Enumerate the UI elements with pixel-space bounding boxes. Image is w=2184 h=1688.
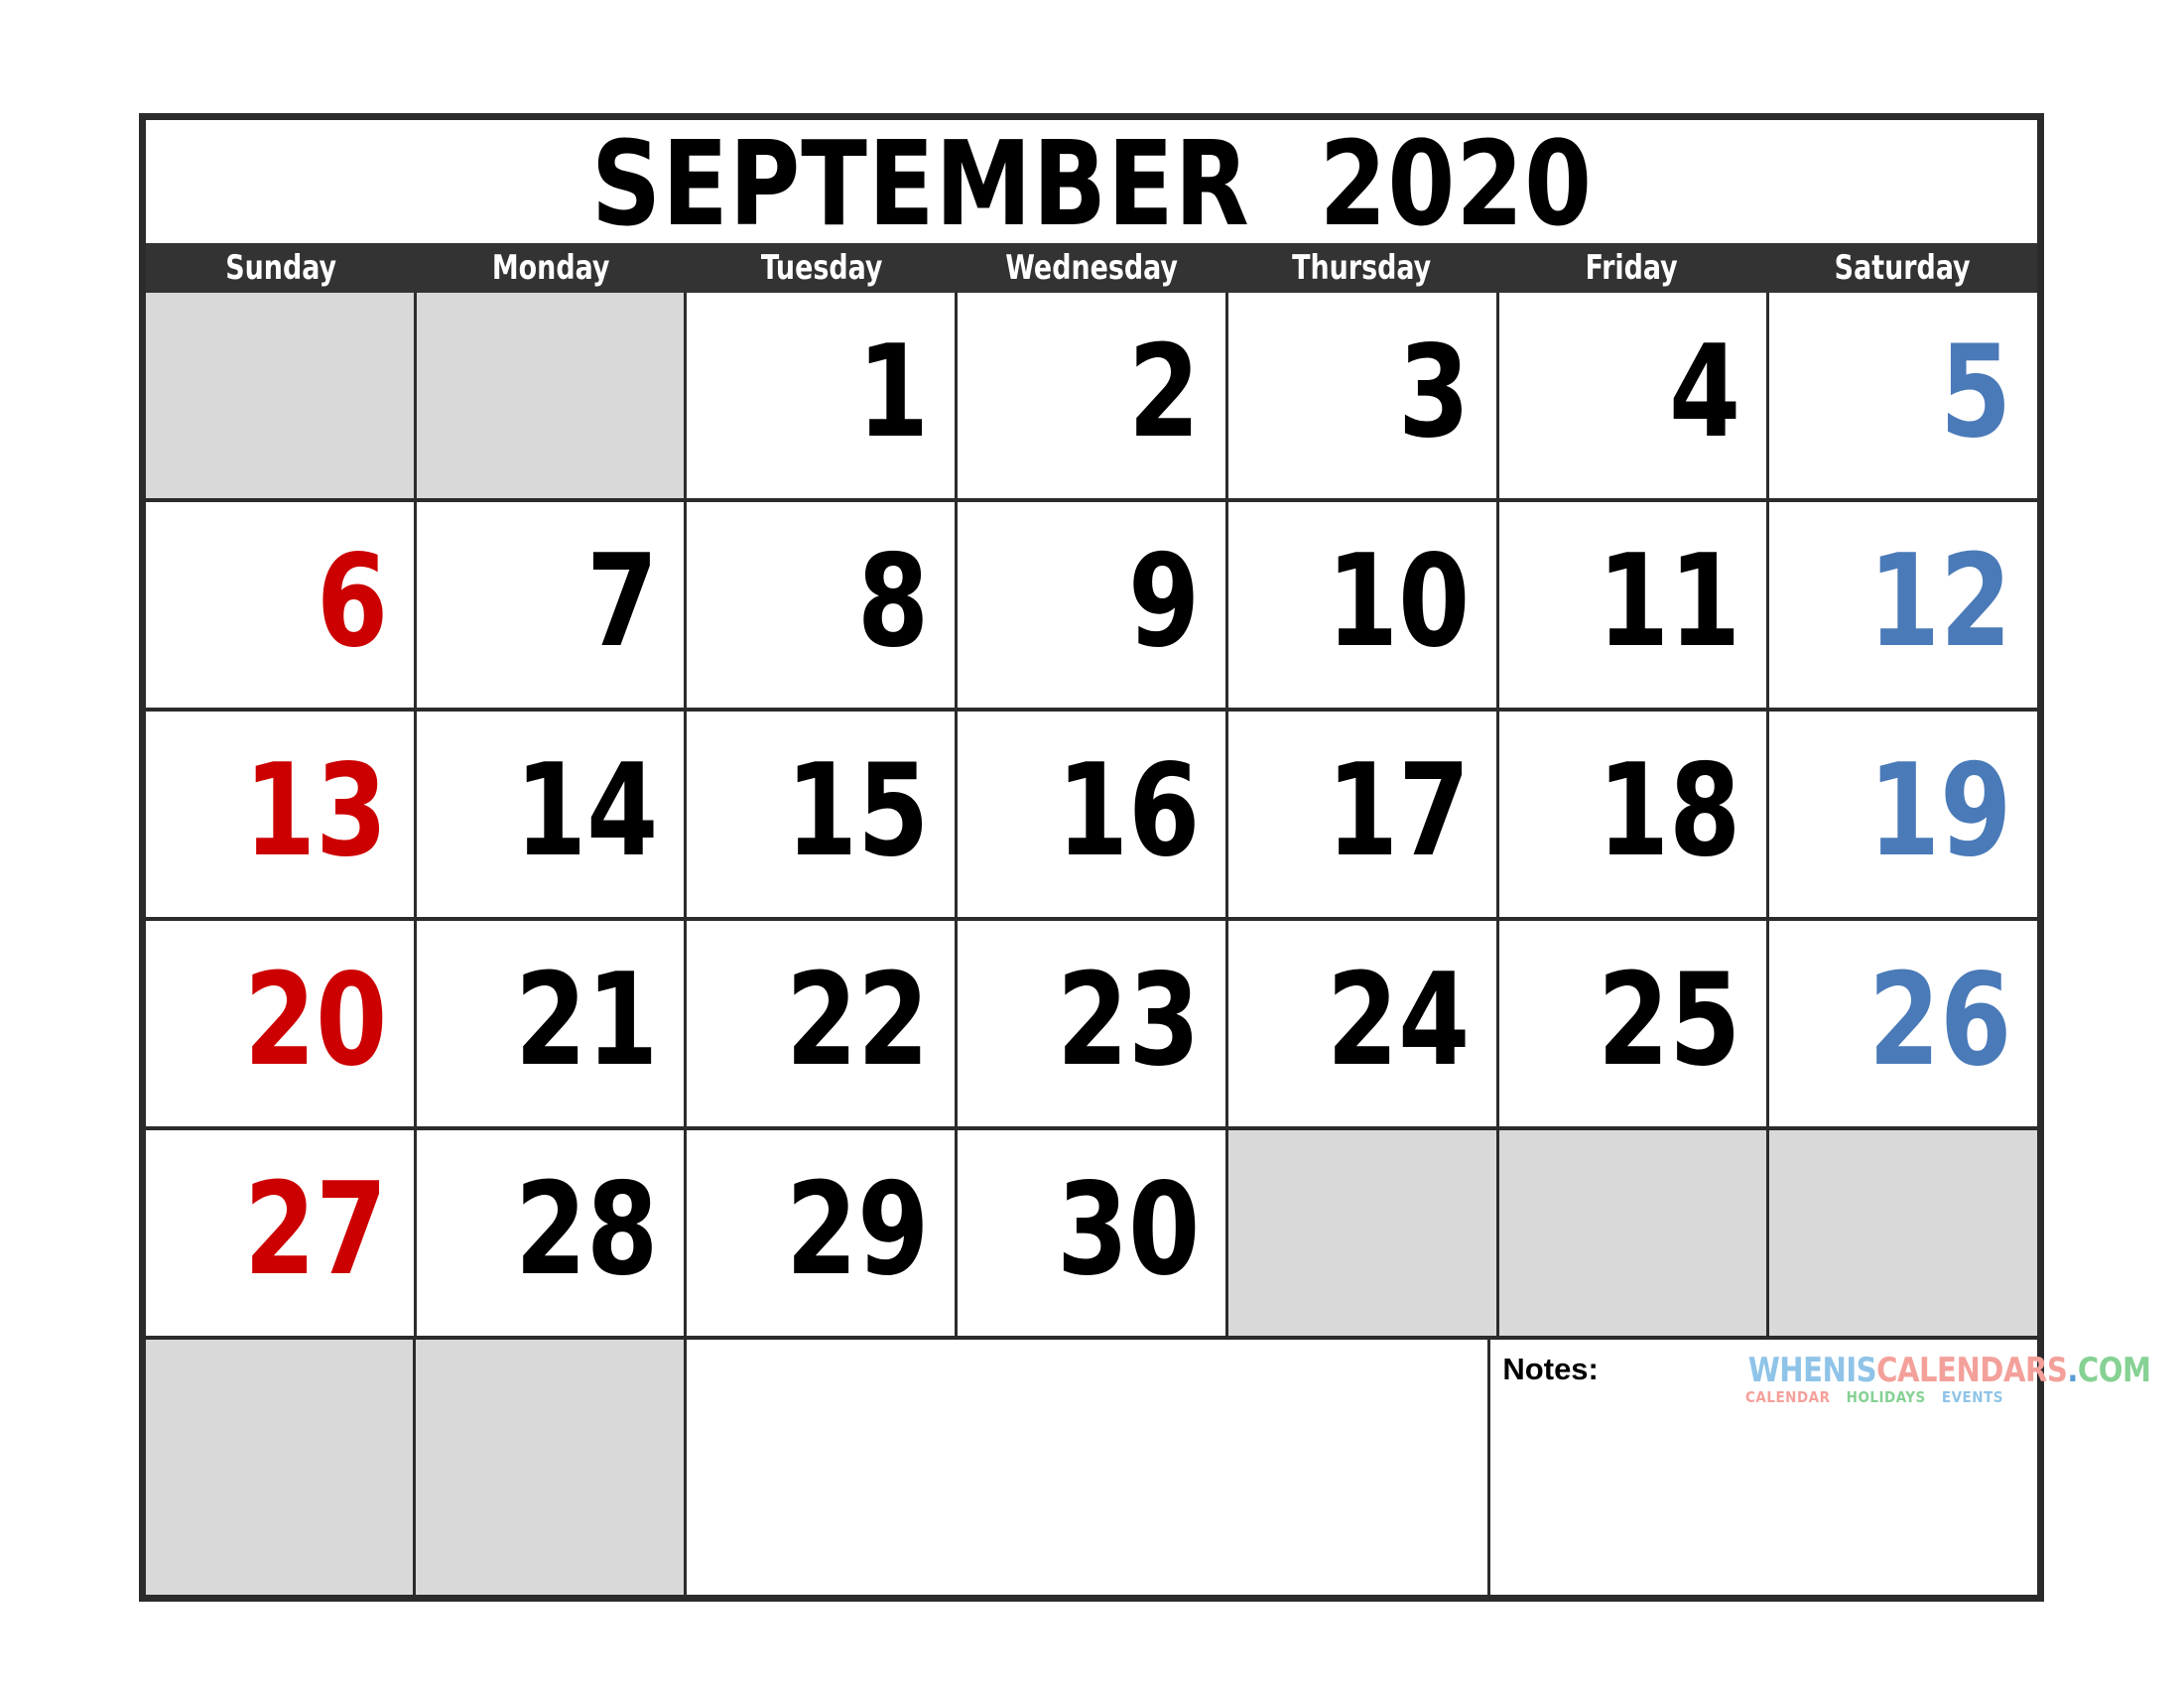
day-number: 24 [1327, 946, 1471, 1095]
notes-panel[interactable]: Notes: WHENISCALENDARS.COM CALENDAR HOLI… [1490, 1340, 2151, 1595]
day-cell[interactable]: 16 [958, 712, 1228, 917]
day-number: 2 [1127, 318, 1200, 466]
day-number: 19 [1867, 736, 2012, 885]
day-number: 7 [586, 527, 659, 676]
week-row: 1 2 3 4 5 [146, 293, 2038, 502]
calendar-title-band: SEPTEMBER 2020 [146, 120, 2037, 243]
day-cell[interactable]: 20 [146, 921, 417, 1126]
day-cell[interactable]: 26 [1769, 921, 2038, 1126]
day-cell-empty [1498, 1130, 1770, 1336]
day-cell[interactable]: 7 [416, 502, 688, 708]
day-cell[interactable]: 11 [1498, 502, 1770, 708]
brand-part-whenis: WHENIS [1747, 1351, 1877, 1390]
day-number: 14 [515, 736, 659, 885]
day-cell[interactable]: 29 [687, 1130, 959, 1336]
day-number: 10 [1327, 527, 1471, 676]
day-cell-empty [1769, 1130, 2038, 1336]
day-number: 15 [785, 736, 930, 885]
day-cell[interactable]: 21 [416, 921, 688, 1126]
notes-blank-cell-sunday [146, 1340, 417, 1595]
calendar-grid: 1 2 3 4 5 6 7 8 9 10 11 12 13 14 15 16 17 18 19 20 21 22 23 24 2… [146, 293, 2151, 1595]
day-cell[interactable]: 14 [416, 712, 688, 917]
weekday-header-friday: Friday [1586, 248, 1679, 288]
day-number: 30 [1056, 1155, 1200, 1304]
day-cell[interactable]: 6 [146, 502, 417, 708]
day-cell[interactable]: 25 [1498, 921, 1770, 1126]
day-cell[interactable]: 30 [958, 1130, 1228, 1336]
weekday-header-thursday: Thursday [1292, 248, 1432, 288]
day-cell[interactable]: 8 [687, 502, 959, 708]
day-number: 29 [785, 1155, 930, 1304]
day-number: 16 [1056, 736, 1200, 885]
weeks-host: 1 2 3 4 5 6 7 8 9 10 11 12 13 14 15 16 17 18 19 20 21 22 23 24 2… [146, 293, 2038, 1340]
brand-logo[interactable]: WHENISCALENDARS.COM CALENDAR HOLIDAYS EV… [1741, 1351, 2151, 1405]
brand-tag-calendar: CALENDAR [1745, 1388, 1831, 1406]
day-number: 3 [1398, 318, 1471, 466]
day-cell[interactable]: 17 [1227, 712, 1499, 917]
day-cell[interactable]: 1 [687, 293, 959, 498]
brand-tag-holidays: HOLIDAYS [1846, 1388, 1926, 1406]
brand-wordmark: WHENISCALENDARS.COM [1747, 1351, 2151, 1390]
brand-part-calendars: CALENDARS [1876, 1351, 2068, 1390]
weekday-header-row: Sunday Monday Tuesday Wednesday Thursday… [146, 243, 2037, 293]
day-cell[interactable]: 13 [146, 712, 417, 917]
week-row: 6 7 8 9 10 11 12 [146, 502, 2038, 712]
day-cell[interactable]: 27 [146, 1130, 417, 1336]
day-cell-empty [1227, 1130, 1499, 1336]
day-number: 5 [1939, 318, 2012, 466]
day-number: 11 [1598, 527, 1741, 676]
day-number: 25 [1598, 946, 1741, 1095]
day-number: 27 [244, 1155, 388, 1304]
day-number: 1 [857, 318, 930, 466]
weekday-header-tuesday: Tuesday [760, 248, 883, 288]
calendar-frame: SEPTEMBER 2020 Sunday Monday Tuesday Wed… [139, 113, 2151, 1602]
day-cell[interactable]: 23 [958, 921, 1228, 1126]
day-number: 28 [515, 1155, 659, 1304]
notes-row: Notes: WHENISCALENDARS.COM CALENDAR HOLI… [146, 1340, 2151, 1595]
day-cell[interactable]: 10 [1227, 502, 1499, 708]
day-cell[interactable]: 3 [1227, 293, 1499, 498]
brand-tag-events: EVENTS [1941, 1388, 2003, 1406]
day-cell[interactable]: 18 [1498, 712, 1770, 917]
week-row: 27 28 29 30 [146, 1130, 2038, 1340]
day-cell[interactable]: 24 [1227, 921, 1499, 1126]
day-number: 8 [857, 527, 930, 676]
day-number: 4 [1669, 318, 1741, 466]
day-cell[interactable]: 4 [1498, 293, 1770, 498]
day-number: 20 [244, 946, 388, 1095]
page-title: SEPTEMBER 2020 [590, 120, 1593, 243]
day-number: 13 [244, 736, 388, 885]
day-number: 6 [316, 527, 388, 676]
day-cell-empty [416, 293, 688, 498]
weekday-header-sunday: Sunday [225, 248, 337, 288]
notes-blank-cell-monday [416, 1340, 687, 1595]
calendar-page: SEPTEMBER 2020 Sunday Monday Tuesday Wed… [0, 0, 2184, 1688]
day-cell[interactable]: 2 [958, 293, 1228, 498]
day-number: 22 [785, 946, 930, 1095]
week-row: 20 21 22 23 24 25 26 [146, 921, 2038, 1130]
day-cell[interactable]: 12 [1769, 502, 2038, 708]
day-cell[interactable]: 19 [1769, 712, 2038, 917]
notes-free-area[interactable] [686, 1340, 1491, 1595]
week-row: 13 14 15 16 17 18 19 [146, 712, 2038, 921]
day-cell[interactable]: 9 [958, 502, 1228, 708]
day-number: 18 [1598, 736, 1741, 885]
weekday-header-monday: Monday [492, 248, 610, 288]
day-number: 21 [515, 946, 659, 1095]
day-number: 12 [1867, 527, 2012, 676]
brand-part-dot: . [2067, 1351, 2078, 1390]
brand-part-com: COM [2077, 1351, 2151, 1390]
weekday-header-saturday: Saturday [1834, 248, 1971, 288]
day-number: 9 [1127, 527, 1200, 676]
weekday-header-wednesday: Wednesday [1005, 248, 1178, 288]
day-number: 23 [1056, 946, 1200, 1095]
day-cell[interactable]: 22 [687, 921, 959, 1126]
day-number: 26 [1867, 946, 2012, 1095]
day-cell[interactable]: 28 [416, 1130, 688, 1336]
day-cell[interactable]: 5 [1769, 293, 2038, 498]
day-number: 17 [1327, 736, 1471, 885]
day-cell-empty [146, 293, 417, 498]
brand-tagline: CALENDAR HOLIDAYS EVENTS [1741, 1390, 2007, 1405]
day-cell[interactable]: 15 [687, 712, 959, 917]
